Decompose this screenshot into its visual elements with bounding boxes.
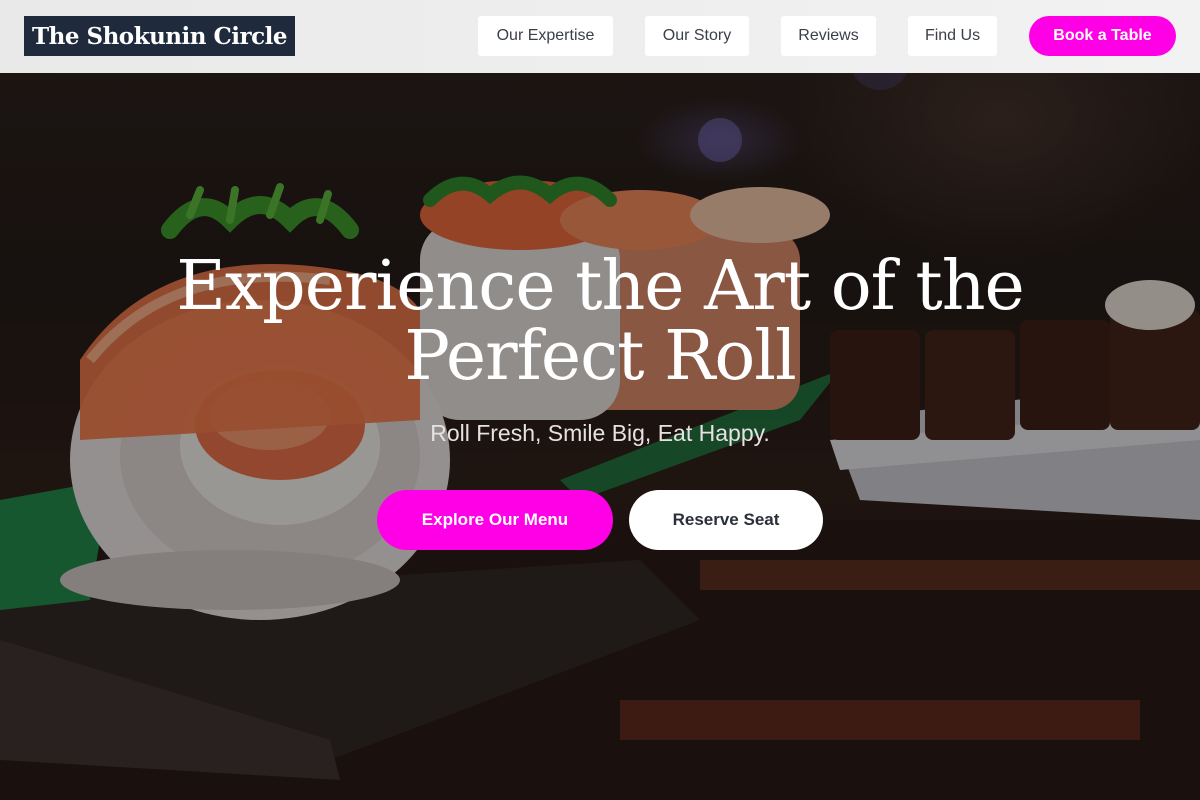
site-header: The Shokunin Circle Our Expertise Our St… bbox=[0, 0, 1200, 73]
reserve-seat-button[interactable]: Reserve Seat bbox=[629, 490, 823, 550]
explore-menu-label: Explore Our Menu bbox=[421, 510, 569, 529]
brand-name: The Shokunin Circle bbox=[32, 22, 288, 50]
nav-item-label: Reviews bbox=[798, 27, 859, 44]
nav-item-label: Our Story bbox=[662, 27, 732, 44]
nav-reviews[interactable]: Reviews bbox=[781, 16, 876, 56]
reserve-seat-label: Reserve Seat bbox=[672, 510, 780, 529]
explore-menu-button[interactable]: Explore Our Menu bbox=[377, 490, 613, 550]
headline-line-1: Experience the Art of the bbox=[176, 247, 1025, 326]
headline-line-2: Perfect Roll bbox=[404, 317, 797, 396]
hero-tagline: Roll Fresh, Smile Big, Eat Happy. bbox=[430, 420, 770, 446]
nav-find-us[interactable]: Find Us bbox=[908, 16, 997, 56]
book-table-button[interactable]: Book a Table bbox=[1029, 16, 1176, 56]
nav-item-label: Find Us bbox=[924, 27, 981, 44]
hero-headline: Experience the Art of the Perfect Roll bbox=[0, 252, 1200, 392]
hero-background bbox=[0, 0, 1200, 800]
book-table-label: Book a Table bbox=[1053, 27, 1152, 44]
nav-our-expertise[interactable]: Our Expertise bbox=[478, 16, 613, 56]
brand-logo[interactable]: The Shokunin Circle bbox=[24, 16, 296, 56]
nav-our-story[interactable]: Our Story bbox=[645, 16, 749, 56]
nav-item-label: Our Expertise bbox=[496, 27, 595, 44]
hero-dark-overlay bbox=[0, 0, 1200, 800]
